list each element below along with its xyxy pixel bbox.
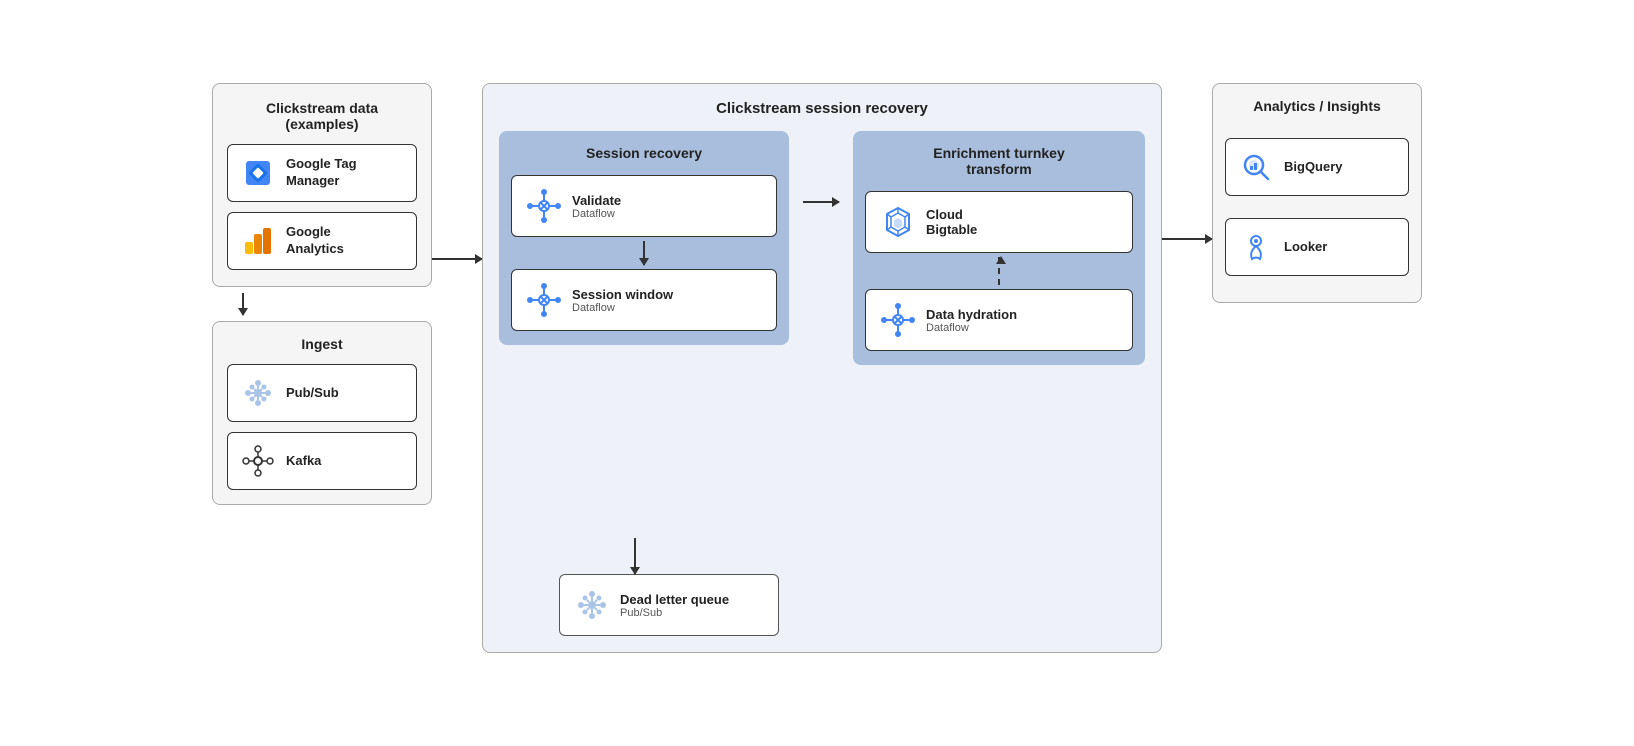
dlq-labels: Dead letter queue Pub/Sub [620,592,729,619]
session-inner-row: Session recovery [499,131,1145,520]
session-recovery-inner-title: Session recovery [511,145,777,161]
left-section: Clickstream data (examples) Google [212,83,432,505]
pubsub-service-box: Pub/Sub [227,364,417,422]
dataflow-session-icon [526,282,562,318]
validate-box: Validate Dataflow [511,175,777,237]
hydration-labels: Data hydration Dataflow [926,307,1017,334]
kafka-service-box: Kafka [227,432,417,490]
session-to-dlq-arrow [634,538,636,574]
bigquery-icon [1238,149,1274,185]
diagram: Clickstream data (examples) Google [0,0,1634,746]
ingest-box: Ingest [212,321,432,505]
pubsub-icon [240,375,276,411]
gtm-icon [240,155,276,191]
looker-icon [1238,229,1274,265]
dlq-icon [574,587,610,623]
kafka-icon [240,443,276,479]
hydration-sub-label: Dataflow [926,322,1017,334]
ga-service-box: GoogleAnalytics [227,212,417,270]
gtm-service-box: Google TagManager [227,144,417,202]
session-window-main-label: Session window [572,287,673,302]
ingest-title: Ingest [227,336,417,352]
validate-main-label: Validate [572,193,621,208]
clickstream-to-ingest-arrow [242,293,244,315]
looker-service-box: Looker [1225,218,1409,276]
bigtable-main-label2: Bigtable [926,222,977,237]
bigtable-main-label: Cloud [926,207,977,222]
hydration-to-bigtable-arrow [865,257,1133,285]
session-recovery-inner-box: Session recovery [499,131,789,345]
left-main-arrow [432,258,482,260]
looker-label: Looker [1284,239,1327,256]
pubsub-label: Pub/Sub [286,385,339,402]
full-layout: Clickstream data (examples) Google [212,83,1422,663]
session-recovery-outer-title: Clickstream session recovery [499,100,1145,117]
session-recovery-outer-box: Clickstream session recovery Session rec… [482,83,1162,653]
enrichment-inner-box: Enrichment turnkey transform [853,131,1145,365]
enrichment-title: Enrichment turnkey transform [865,145,1133,177]
analytics-title: Analytics / Insights [1225,98,1409,114]
dlq-sub-label: Pub/Sub [620,607,729,619]
session-window-labels: Session window Dataflow [572,287,673,314]
bigtable-icon [880,204,916,240]
kafka-label: Kafka [286,453,321,470]
left-main-arrow-wrap [432,83,482,663]
ga-icon [240,223,276,259]
dlq-section: Dead letter queue Pub/Sub [499,538,1145,636]
validate-labels: Validate Dataflow [572,193,621,220]
bigquery-service-box: BigQuery [1225,138,1409,196]
hydration-main-label: Data hydration [926,307,1017,322]
clickstream-box: Clickstream data (examples) Google [212,83,432,287]
bigtable-box: Cloud Bigtable [865,191,1133,253]
session-window-sub-label: Dataflow [572,302,673,314]
session-to-enrichment-arrow [803,131,839,203]
gtm-label: Google TagManager [286,156,357,190]
dlq-main-label: Dead letter queue [620,592,729,607]
bigtable-labels: Cloud Bigtable [926,207,977,237]
session-window-box: Session window Dataflow [511,269,777,331]
ga-label: GoogleAnalytics [286,224,344,258]
clickstream-title: Clickstream data (examples) [227,100,417,132]
data-hydration-box: Data hydration Dataflow [865,289,1133,351]
dataflow-validate-icon [526,188,562,224]
dlq-box: Dead letter queue Pub/Sub [559,574,779,636]
validate-to-session-arrow [511,241,777,265]
dataflow-hydration-icon [880,302,916,338]
analytics-box: Analytics / Insights BigQuery [1212,83,1422,303]
main-to-analytics-arrow [1162,83,1212,240]
validate-sub-label: Dataflow [572,208,621,220]
bigquery-label: BigQuery [1284,159,1343,176]
